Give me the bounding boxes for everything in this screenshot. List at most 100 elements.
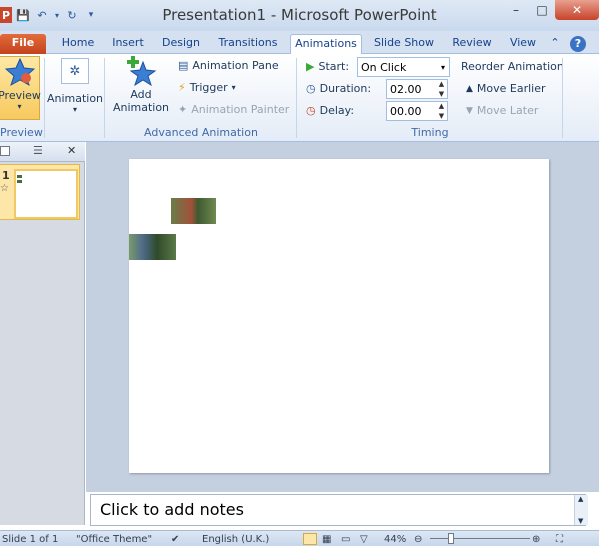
theme-name: "Office Theme" — [76, 534, 153, 545]
fit-to-window-icon[interactable]: ⛶ — [556, 534, 563, 545]
tab-home[interactable]: Home — [57, 34, 99, 54]
delay-label: ◷ Delay: — [306, 104, 354, 117]
add-animation-label: Add Animation — [112, 88, 170, 114]
chevron-down-icon: ▾ — [231, 83, 236, 92]
duration-spinner[interactable]: ▲ ▼ — [436, 80, 447, 98]
chevron-down-icon: ▾ — [440, 62, 445, 72]
start-label-text: Start: — [318, 60, 350, 73]
zoom-slider[interactable] — [430, 538, 530, 539]
thumbnail-picture — [17, 175, 22, 178]
start-label: ▶ Start: — [306, 60, 349, 73]
delay-spinner[interactable]: ▲ ▼ — [436, 102, 447, 120]
group-divider — [296, 58, 297, 138]
status-bar: Slide 1 of 1 "Office Theme" ✔ English (U… — [0, 530, 599, 546]
reading-view-icon[interactable]: ▭ — [341, 534, 350, 545]
title-bar: P 💾 ↶ ▾ ↻ ▾ Presentation1 - Microsoft Po… — [0, 0, 599, 31]
photo-couple[interactable] — [129, 234, 176, 260]
maximize-button[interactable]: □ — [529, 0, 555, 20]
delay-input[interactable]: 00.00 ▲ ▼ — [386, 101, 448, 121]
preview-label: Preview — [0, 89, 41, 102]
animation-pane-label: Animation Pane — [192, 59, 279, 72]
add-animation-star-icon — [127, 56, 157, 87]
zoom-slider-thumb[interactable] — [448, 533, 454, 544]
duration-input[interactable]: 02.00 ▲ ▼ — [386, 79, 448, 99]
zoom-in-icon[interactable]: ⊕ — [532, 534, 540, 545]
group-label-timing: Timing — [411, 126, 449, 139]
triangle-down-icon: ▼ — [466, 105, 473, 116]
slide-number: 1 — [2, 169, 10, 182]
tab-design[interactable]: Design — [158, 34, 204, 54]
animation-painter-button[interactable]: ✦ Animation Painter — [178, 103, 289, 116]
animation-label: Animation — [46, 92, 104, 105]
group-label-advanced: Advanced Animation — [144, 126, 258, 139]
move-later-label: Move Later — [476, 104, 539, 117]
minimize-ribbon-icon[interactable]: ⌃ — [548, 34, 562, 54]
move-later-button[interactable]: ▼ Move Later — [466, 104, 538, 117]
move-earlier-label: Move Earlier — [476, 82, 546, 95]
tab-animations[interactable]: Animations — [290, 34, 362, 55]
slides-tab-icon[interactable] — [0, 146, 10, 156]
duration-label: ◷ Duration: — [306, 82, 371, 95]
tab-file[interactable]: File — [0, 34, 46, 54]
trigger-button[interactable]: ⚡ Trigger ▾ — [178, 81, 236, 94]
notes-pane[interactable]: Click to add notes — [90, 494, 586, 526]
duration-label-text: Duration: — [319, 82, 372, 95]
start-value: On Click — [361, 60, 407, 74]
slide-thumbnail[interactable] — [14, 169, 78, 219]
delay-value: 00.00 — [390, 104, 422, 118]
painter-icon: ✦ — [178, 103, 188, 116]
add-animation-button[interactable]: Add Animation — [108, 56, 174, 114]
tab-insert[interactable]: Insert — [108, 34, 148, 54]
clock-icon: ◷ — [306, 82, 316, 95]
notes-placeholder: Click to add notes — [100, 500, 244, 519]
normal-view-icon[interactable] — [303, 533, 317, 545]
triangle-up-icon: ▲ — [466, 83, 473, 94]
slide-count: Slide 1 of 1 — [2, 534, 59, 545]
close-button[interactable]: ✕ — [555, 0, 599, 20]
move-earlier-button[interactable]: ▲ Move Earlier — [466, 82, 546, 95]
group-divider — [104, 58, 105, 138]
ribbon-tabs: File Home Insert Design Transitions Anim… — [0, 31, 599, 55]
language[interactable]: English (U.K.) — [202, 534, 269, 545]
chevron-down-icon: ▾ — [72, 105, 77, 114]
tab-review[interactable]: Review — [448, 34, 496, 54]
thumbnail-picture — [17, 180, 22, 183]
animation-gallery-icon: ✲ — [61, 58, 89, 84]
window-controls: – □ ✕ — [503, 0, 599, 22]
play-icon: ▶ — [306, 60, 315, 73]
reorder-animation-label: Reorder Animation — [461, 60, 564, 73]
group-divider — [44, 58, 45, 138]
photo-gardener[interactable] — [171, 198, 216, 224]
animation-pane-icon: ▤ — [178, 59, 189, 72]
animation-star-icon: ☆ — [0, 183, 9, 194]
preview-button[interactable]: Preview ▾ — [0, 56, 41, 120]
slide-sorter-icon[interactable]: ▦ — [322, 534, 331, 545]
delay-label-text: Delay: — [319, 104, 355, 117]
delay-clock-icon: ◷ — [306, 104, 316, 117]
scroll-down-icon[interactable]: ▼ — [578, 517, 583, 525]
animation-pane-button[interactable]: ▤ Animation Pane — [178, 59, 279, 72]
start-dropdown[interactable]: On Click ▾ — [357, 57, 450, 77]
tab-transitions[interactable]: Transitions — [214, 34, 282, 54]
group-divider — [562, 58, 563, 138]
zoom-level[interactable]: 44% — [384, 534, 406, 545]
slides-pane-header: ☰ ✕ — [0, 142, 85, 162]
slide[interactable] — [129, 159, 549, 473]
group-label-preview: Preview — [0, 126, 43, 139]
animation-button[interactable]: ✲ Animation ▾ — [46, 58, 104, 114]
ribbon: Preview ▾ Preview ✲ Animation ▾ Add Anim… — [0, 54, 599, 142]
minimize-button[interactable]: – — [503, 0, 529, 20]
scroll-up-icon[interactable]: ▲ — [578, 495, 583, 503]
outline-tab-icon[interactable]: ☰ — [33, 144, 43, 157]
lightning-icon: ⚡ — [178, 81, 186, 94]
slide-show-icon[interactable]: ▽ — [360, 534, 368, 545]
close-pane-icon[interactable]: ✕ — [67, 144, 76, 157]
star-preview-icon — [4, 57, 35, 87]
spell-check-icon[interactable]: ✔ — [171, 534, 179, 545]
zoom-out-icon[interactable]: ⊖ — [414, 534, 422, 545]
trigger-label: Trigger — [189, 81, 228, 94]
tab-view[interactable]: View — [505, 34, 541, 54]
tab-slide-show[interactable]: Slide Show — [371, 34, 437, 54]
help-icon[interactable]: ? — [570, 36, 586, 52]
notes-scrollbar[interactable]: ▲ ▼ — [574, 495, 588, 525]
